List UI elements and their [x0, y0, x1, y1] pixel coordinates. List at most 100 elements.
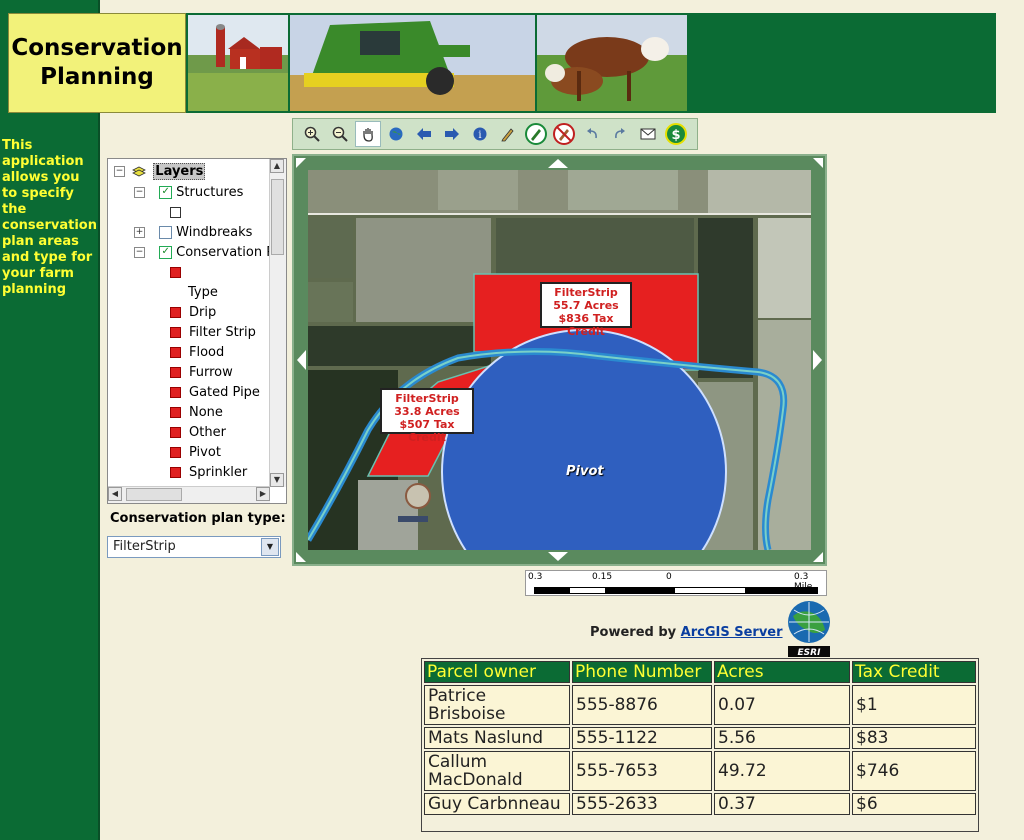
callout-tax-credit: $507 Tax Credit — [399, 418, 455, 444]
pan-northeast-icon[interactable] — [812, 157, 824, 169]
legend-label: Flood — [189, 345, 225, 360]
plan-type-value: FilterStrip — [113, 539, 176, 554]
chevron-down-icon[interactable]: ▼ — [261, 538, 279, 556]
structures-checkbox[interactable]: ✓ — [159, 186, 173, 199]
map-toolbar: i $ — [292, 118, 698, 150]
scale-tick-label: 0.15 — [592, 572, 613, 582]
tree-item-windbreaks[interactable]: + Windbreaks — [134, 224, 252, 242]
identify-icon[interactable]: i — [467, 121, 493, 147]
plan-type-select[interactable]: FilterStrip ▼ — [107, 536, 281, 558]
pan-east-icon[interactable] — [812, 348, 824, 372]
table-cell: $1 — [852, 685, 976, 725]
horizontal-scrollbar[interactable]: ◀ ▶ — [108, 486, 270, 503]
app-description: This application allows you to specify t… — [2, 138, 97, 297]
pan-north-icon[interactable] — [546, 157, 570, 169]
legend-label: Sprinkler — [189, 465, 248, 480]
powered-by-text: Powered by — [590, 625, 677, 640]
scroll-up-icon[interactable]: ▲ — [270, 159, 284, 173]
delete-icon[interactable] — [551, 121, 577, 147]
back-icon[interactable] — [411, 121, 437, 147]
left-sidebar: This application allows you to specify t… — [0, 0, 100, 840]
scroll-thumb[interactable] — [271, 179, 284, 255]
callout-type: FilterStrip — [554, 286, 618, 299]
column-header: Acres — [714, 661, 850, 683]
legend-item-sprinkler: Sprinkler — [170, 464, 247, 482]
table-cell: 555-7653 — [572, 751, 712, 791]
table-row[interactable]: Callum MacDonald 555-7653 49.72 $746 — [424, 751, 976, 791]
table-header-row: Parcel owner Phone Number Acres Tax Cred… — [424, 661, 976, 683]
header-banner: Conservation Planning — [8, 13, 996, 113]
draw-icon[interactable] — [495, 121, 521, 147]
table-cell: Callum MacDonald — [424, 751, 570, 791]
app-title: Conservation Planning — [8, 13, 186, 113]
table-cell: $746 — [852, 751, 976, 791]
conservation-checkbox[interactable]: ✓ — [159, 246, 173, 259]
barn-photo — [188, 15, 288, 111]
callout-acres: 33.8 Acres — [394, 405, 460, 418]
windbreaks-checkbox[interactable] — [159, 226, 173, 239]
arcgis-server-link[interactable]: ArcGIS Server — [681, 625, 783, 640]
pan-icon[interactable] — [355, 121, 381, 147]
title-line-1: Conservation — [11, 35, 183, 61]
table-cell: 0.07 — [714, 685, 850, 725]
email-icon[interactable] — [635, 121, 661, 147]
column-header: Tax Credit — [852, 661, 976, 683]
collapse-icon[interactable]: − — [114, 166, 125, 177]
title-line-2: Planning — [40, 64, 154, 90]
pan-northwest-icon[interactable] — [295, 157, 307, 169]
table-cell: Patrice Brisboise — [424, 685, 570, 725]
callout-acres: 55.7 Acres — [553, 299, 619, 312]
scroll-right-icon[interactable]: ▶ — [256, 487, 270, 501]
tree-root[interactable]: − Layers — [114, 163, 206, 181]
map-callout-filterstrip-1: FilterStrip 55.7 Acres $836 Tax Credit — [540, 282, 632, 338]
windbreaks-label: Windbreaks — [176, 225, 253, 240]
legend-item-gated-pipe: Gated Pipe — [170, 384, 260, 402]
map-canvas[interactable]: FilterStrip 55.7 Acres $836 Tax Credit F… — [308, 170, 811, 550]
legend-label: Gated Pipe — [189, 385, 260, 400]
scale-tick-label: 0.3 — [528, 572, 543, 582]
scroll-left-icon[interactable]: ◀ — [108, 487, 122, 501]
combine-harvester-photo — [290, 15, 535, 111]
tax-credit-icon[interactable]: $ — [663, 121, 689, 147]
legend-label: Furrow — [189, 365, 233, 380]
conservation-label: Conservation P — [176, 245, 275, 260]
layers-label: Layers — [153, 163, 206, 180]
legend-item-drip: Drip — [170, 304, 216, 322]
redo-icon[interactable] — [607, 121, 633, 147]
structures-symbol — [170, 204, 181, 222]
legend-label: Pivot — [189, 445, 221, 460]
plan-type-label: Conservation plan type: — [110, 511, 286, 526]
tree-item-structures[interactable]: − ✓ Structures — [134, 184, 243, 202]
pan-southwest-icon[interactable] — [295, 551, 307, 563]
column-header: Phone Number — [572, 661, 712, 683]
full-extent-icon[interactable] — [383, 121, 409, 147]
pan-south-icon[interactable] — [546, 551, 570, 563]
tree-item-conservation[interactable]: − ✓ Conservation P — [134, 244, 274, 262]
scroll-down-icon[interactable]: ▼ — [270, 473, 284, 487]
zoom-out-icon[interactable] — [327, 121, 353, 147]
legend-label: Filter Strip — [189, 325, 256, 340]
pan-southeast-icon[interactable] — [812, 551, 824, 563]
structures-label: Structures — [176, 185, 244, 200]
scale-tick-label: 0 — [666, 572, 672, 582]
legend-item-furrow: Furrow — [170, 364, 233, 382]
table-row[interactable]: Guy Carbnneau 555-2633 0.37 $6 — [424, 793, 976, 815]
collapse-icon[interactable]: − — [134, 187, 145, 198]
svg-text:$: $ — [671, 128, 680, 143]
scroll-thumb[interactable] — [126, 488, 182, 501]
table-row[interactable]: Mats Naslund 555-1122 5.56 $83 — [424, 727, 976, 749]
collapse-icon[interactable]: − — [134, 247, 145, 258]
legend-label: None — [189, 405, 223, 420]
zoom-in-icon[interactable] — [299, 121, 325, 147]
table-cell: 5.56 — [714, 727, 850, 749]
table-cell: Guy Carbnneau — [424, 793, 570, 815]
forward-icon[interactable] — [439, 121, 465, 147]
pan-west-icon[interactable] — [295, 348, 307, 372]
table-cell: 0.37 — [714, 793, 850, 815]
edit-icon[interactable] — [523, 121, 549, 147]
table-row[interactable]: Patrice Brisboise 555-8876 0.07 $1 — [424, 685, 976, 725]
vertical-scrollbar[interactable]: ▲ ▼ — [269, 159, 286, 487]
undo-icon[interactable] — [579, 121, 605, 147]
expand-icon[interactable]: + — [134, 227, 145, 238]
callout-tax-credit: $836 Tax Credit — [558, 312, 614, 338]
